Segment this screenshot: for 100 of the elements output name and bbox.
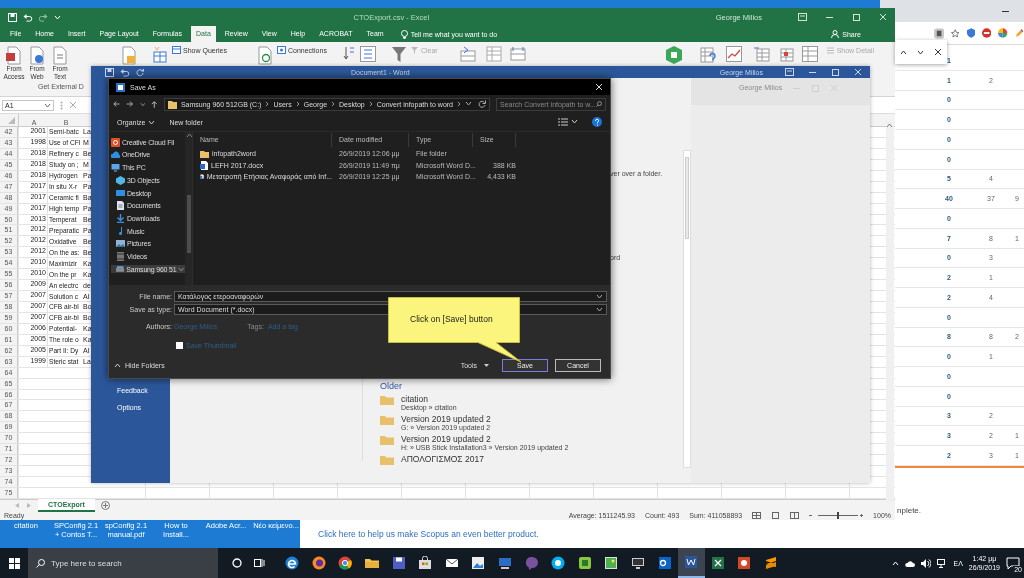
pencil-icon[interactable] bbox=[1014, 28, 1024, 38]
folder-name[interactable]: ΑΠΟΛΟΓΙΣΜΟΣ 2017 bbox=[401, 454, 484, 464]
normal-view-icon[interactable] bbox=[752, 512, 762, 519]
folder-name[interactable]: Version 2019 updated 2 bbox=[401, 414, 491, 424]
refresh-icon[interactable] bbox=[256, 46, 273, 65]
close-icon[interactable] bbox=[934, 48, 942, 56]
zoom-slider[interactable] bbox=[809, 512, 864, 519]
ribbon-options-icon[interactable] bbox=[798, 12, 807, 21]
spreadsheet-app-icon[interactable] bbox=[710, 556, 725, 570]
maximize-icon[interactable] bbox=[852, 12, 861, 22]
folder-icon[interactable] bbox=[365, 556, 380, 570]
browser-icon[interactable] bbox=[285, 556, 300, 570]
computer-icon[interactable] bbox=[498, 556, 513, 570]
customize-icon[interactable] bbox=[54, 13, 61, 21]
speaker-icon[interactable] bbox=[921, 558, 932, 568]
dropdown-icon[interactable] bbox=[465, 100, 472, 107]
forecast-icon[interactable] bbox=[725, 46, 742, 62]
redo-icon[interactable] bbox=[136, 67, 145, 77]
network-icon[interactable] bbox=[937, 558, 948, 568]
document-icon bbox=[29, 46, 45, 65]
data-validation-icon[interactable] bbox=[509, 46, 526, 62]
folder-name[interactable]: Version 2019 updated 2 bbox=[401, 434, 569, 444]
save-icon[interactable] bbox=[105, 67, 114, 77]
task-view-icon[interactable] bbox=[254, 558, 265, 568]
image-icon[interactable] bbox=[604, 556, 619, 570]
folder-icon bbox=[380, 454, 394, 465]
filter-icon[interactable] bbox=[391, 46, 406, 62]
checkbox[interactable] bbox=[176, 342, 183, 349]
what-if-icon[interactable] bbox=[699, 46, 716, 64]
subtotal-icon[interactable] bbox=[801, 46, 818, 62]
envelope-icon[interactable] bbox=[444, 556, 459, 570]
person-icon bbox=[831, 30, 840, 38]
chevron-icon[interactable] bbox=[265, 101, 270, 107]
notification-icon[interactable] bbox=[1006, 556, 1020, 570]
next-icon[interactable] bbox=[917, 48, 924, 56]
chat-bubble-icon[interactable] bbox=[551, 556, 566, 570]
search-field[interactable]: Type here to search bbox=[28, 548, 218, 578]
slider-thumb[interactable] bbox=[837, 512, 840, 519]
chevron-icon[interactable] bbox=[368, 101, 373, 107]
caret-icon bbox=[148, 118, 156, 126]
scroll-up-icon[interactable] bbox=[886, 122, 894, 128]
chevron-icon[interactable] bbox=[295, 101, 300, 107]
scroll-up-icon[interactable] bbox=[185, 132, 192, 137]
flash-fill-icon[interactable] bbox=[459, 46, 476, 62]
dropdown-icon[interactable] bbox=[571, 118, 578, 125]
cube-icon[interactable] bbox=[665, 46, 682, 64]
dropdown-icon[interactable] bbox=[44, 101, 51, 109]
view-icon[interactable] bbox=[558, 118, 568, 126]
redo-icon[interactable] bbox=[39, 12, 48, 22]
picture-icon[interactable] bbox=[471, 556, 486, 570]
sort-dialog-icon[interactable] bbox=[359, 46, 376, 62]
previous-icon[interactable] bbox=[900, 48, 907, 56]
expand-icon[interactable] bbox=[178, 266, 184, 273]
add-sheet-icon[interactable] bbox=[100, 501, 110, 510]
command-icon bbox=[409, 46, 419, 55]
up-icon[interactable] bbox=[151, 99, 158, 109]
show-hidden-icon[interactable] bbox=[892, 559, 900, 567]
chevron-icon[interactable] bbox=[457, 101, 461, 107]
undo-icon[interactable] bbox=[23, 12, 33, 22]
document-icon bbox=[52, 46, 68, 65]
back-icon[interactable] bbox=[113, 100, 121, 108]
folder-icon bbox=[167, 99, 177, 109]
page-icon[interactable] bbox=[934, 27, 945, 39]
folder-name[interactable]: citation bbox=[401, 394, 457, 404]
windows-start-icon[interactable] bbox=[8, 557, 20, 569]
refresh-icon[interactable] bbox=[478, 100, 486, 108]
forward-icon[interactable] bbox=[126, 100, 134, 108]
table-icon[interactable] bbox=[151, 46, 167, 65]
cloud-icon[interactable] bbox=[905, 559, 916, 567]
browser-icon[interactable] bbox=[338, 556, 353, 570]
ungroup-icon[interactable] bbox=[777, 46, 794, 62]
shopping-bag-icon[interactable] bbox=[418, 556, 433, 570]
shield-icon[interactable] bbox=[966, 28, 976, 38]
chevron-icon[interactable] bbox=[331, 101, 336, 107]
stop-sign-icon[interactable] bbox=[982, 28, 992, 38]
presentation-app-icon[interactable] bbox=[737, 556, 752, 570]
page-break-icon[interactable] bbox=[790, 512, 800, 519]
editor-icon[interactable] bbox=[764, 556, 778, 570]
sort-icon[interactable] bbox=[342, 46, 355, 60]
folder-icon bbox=[380, 434, 394, 445]
word-icon bbox=[116, 82, 125, 92]
folder-icon bbox=[380, 394, 394, 405]
monitor-icon[interactable] bbox=[631, 556, 645, 570]
app-tile-icon[interactable] bbox=[577, 556, 592, 570]
feedback-link[interactable]: Click here to help us make Scopus an even better product. bbox=[318, 529, 539, 539]
command-icon bbox=[825, 46, 835, 55]
ribbon-options-icon[interactable] bbox=[785, 67, 794, 76]
help-icon[interactable] bbox=[592, 117, 602, 127]
callout-text: Click on [Save] button bbox=[410, 314, 493, 325]
browser-icon[interactable] bbox=[311, 556, 326, 570]
undo-icon[interactable] bbox=[120, 67, 130, 77]
star-icon[interactable] bbox=[951, 28, 960, 38]
status-text: nplete. bbox=[897, 505, 923, 515]
lightbulb-icon bbox=[400, 29, 408, 39]
circle-icon[interactable] bbox=[232, 558, 242, 568]
mail-app-icon[interactable] bbox=[657, 556, 672, 570]
document-app-icon[interactable] bbox=[684, 555, 699, 569]
search-icon bbox=[36, 558, 45, 568]
color-wheel-icon[interactable] bbox=[998, 28, 1008, 38]
page-layout-icon[interactable] bbox=[771, 512, 781, 519]
